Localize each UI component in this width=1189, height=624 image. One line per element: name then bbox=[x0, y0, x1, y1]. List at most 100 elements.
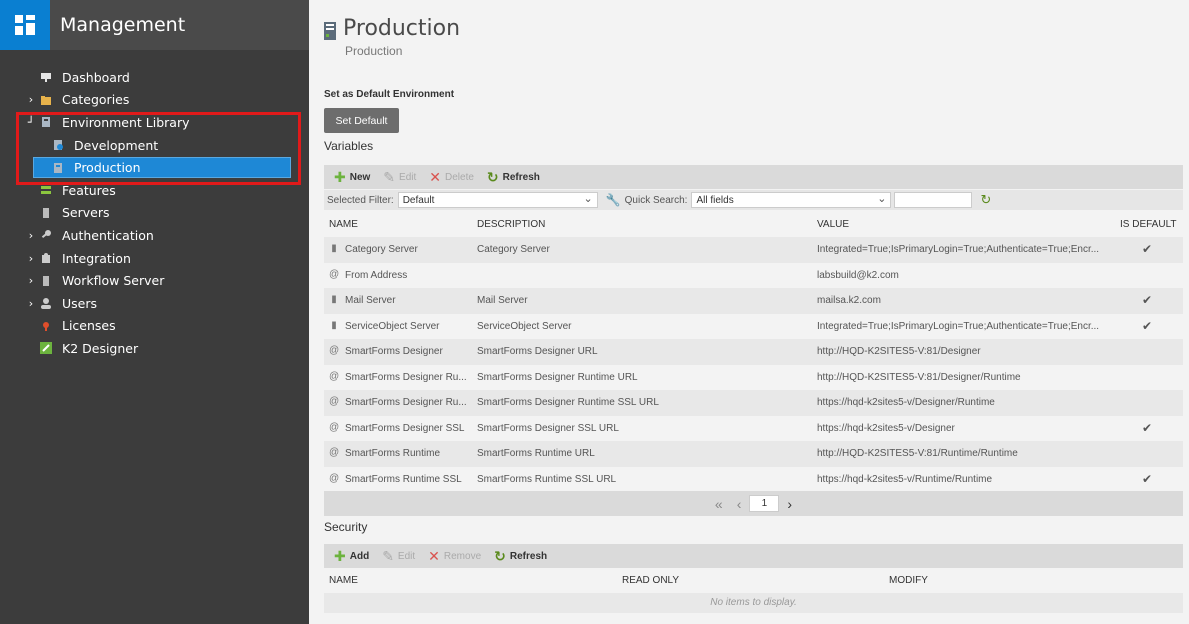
refresh-icon: ↻ bbox=[486, 169, 499, 185]
sidebar-item-servers[interactable]: Servers bbox=[0, 202, 309, 225]
table-row[interactable]: ▮ ServiceObject Server ServiceObject Ser… bbox=[324, 314, 1183, 340]
cell-name: SmartForms Runtime bbox=[345, 448, 441, 459]
selected-filter-value: Default bbox=[402, 194, 435, 206]
pencil-icon: ✎ bbox=[382, 548, 394, 564]
table-row[interactable]: @ SmartForms Designer SSL SmartForms Des… bbox=[324, 416, 1183, 442]
edit-button[interactable]: ✎ Edit bbox=[383, 170, 416, 184]
sidebar-item-licenses[interactable]: Licenses bbox=[0, 315, 309, 338]
cell-description: Category Server bbox=[477, 244, 550, 255]
selected-filter-dropdown[interactable]: Default ⌄ bbox=[397, 192, 598, 208]
empty-message: No items to display. bbox=[324, 593, 1183, 613]
cell-name: From Address bbox=[345, 269, 408, 281]
sidebar-item-users[interactable]: › Users bbox=[0, 292, 309, 315]
security-toolbar: ✚ Add ✎ Edit ✕ Remove ↻ Refresh bbox=[324, 544, 1183, 568]
chevron-right-icon[interactable]: › bbox=[26, 297, 36, 310]
refresh-button[interactable]: ↻ Refresh bbox=[494, 549, 547, 563]
add-label: Add bbox=[349, 550, 370, 562]
chevron-right-icon[interactable]: › bbox=[26, 229, 36, 242]
quick-search-label: Quick Search: bbox=[624, 194, 688, 206]
default-env-label: Set as Default Environment bbox=[324, 89, 455, 100]
edit-label: Edit bbox=[399, 171, 417, 183]
filter-bar: Selected Filter: Default ⌄ 🔧 Quick Search… bbox=[324, 190, 1183, 210]
pager: « ‹ 1 › bbox=[324, 491, 1183, 516]
at-icon: @ bbox=[329, 396, 340, 407]
table-row[interactable]: @ SmartForms Designer Ru... SmartForms D… bbox=[324, 365, 1183, 391]
sidebar-item-k2-designer[interactable]: K2 Designer bbox=[0, 337, 309, 360]
server-icon: ▮ bbox=[331, 319, 337, 331]
first-page-icon[interactable]: « bbox=[715, 496, 723, 512]
cell-description: SmartForms Runtime URL bbox=[477, 448, 595, 459]
app-logo-icon[interactable] bbox=[0, 0, 50, 50]
refresh-icon: ↻ bbox=[494, 548, 506, 564]
sidebar-item-workflow-server[interactable]: › Workflow Server bbox=[0, 269, 309, 292]
column-name[interactable]: NAME bbox=[329, 575, 358, 586]
table-row[interactable]: @ SmartForms Designer Ru... SmartForms D… bbox=[324, 390, 1183, 416]
table-row[interactable]: @ SmartForms Runtime SmartForms Runtime … bbox=[324, 441, 1183, 467]
page-title: Production bbox=[343, 16, 461, 41]
new-button[interactable]: ✚ New bbox=[334, 170, 370, 184]
cell-name: Category Server bbox=[345, 244, 418, 255]
variables-heading: Variables bbox=[324, 139, 374, 153]
column-description[interactable]: DESCRIPTION bbox=[477, 219, 545, 230]
cell-value: https://hqd-k2sites5-v/Designer bbox=[817, 422, 955, 434]
cell-value: mailsa.k2.com bbox=[817, 295, 881, 306]
sidebar-title: Management bbox=[60, 14, 186, 36]
delete-button[interactable]: ✕ Delete bbox=[429, 170, 474, 184]
selected-filter-label: Selected Filter: bbox=[327, 194, 394, 206]
cell-name: SmartForms Designer SSL bbox=[345, 422, 465, 434]
quick-search-dropdown[interactable]: All fields ⌄ bbox=[691, 192, 892, 208]
set-default-button[interactable]: Set Default bbox=[324, 108, 399, 133]
column-value[interactable]: VALUE bbox=[817, 219, 849, 230]
cell-description: SmartForms Runtime SSL URL bbox=[477, 473, 617, 485]
remove-button[interactable]: ✕ Remove bbox=[428, 549, 481, 563]
check-icon: ✔ bbox=[1142, 293, 1153, 307]
cell-value: http://HQD-K2SITES5-V:81/Designer bbox=[817, 346, 981, 357]
sidebar-item-label: Integration bbox=[62, 250, 131, 266]
check-icon: ✔ bbox=[1142, 420, 1153, 435]
sidebar-item-label: Categories bbox=[62, 92, 130, 108]
delete-x-icon: ✕ bbox=[429, 169, 441, 185]
delete-label: Delete bbox=[445, 171, 474, 183]
at-icon: @ bbox=[329, 268, 340, 280]
table-row[interactable]: @ SmartForms Designer SmartForms Designe… bbox=[324, 339, 1183, 365]
cell-name: SmartForms Runtime SSL bbox=[345, 473, 462, 485]
sidebar: Management Dashboard › Categories ┘ Envi… bbox=[0, 0, 309, 624]
chevron-right-icon[interactable]: › bbox=[26, 93, 36, 106]
server-icon bbox=[40, 207, 52, 219]
sidebar-item-dashboard[interactable]: Dashboard bbox=[0, 66, 309, 89]
next-page-icon[interactable]: › bbox=[787, 496, 792, 512]
table-row[interactable]: ▮ Mail Server Mail Server mailsa.k2.com … bbox=[324, 288, 1183, 314]
refresh-button[interactable]: ↻ Refresh bbox=[487, 170, 540, 184]
sidebar-item-label: Servers bbox=[62, 205, 110, 221]
column-modify[interactable]: MODIFY bbox=[889, 575, 928, 586]
table-row[interactable]: ▮ Category Server Category Server Integr… bbox=[324, 237, 1183, 263]
sidebar-item-integration[interactable]: › Integration bbox=[0, 247, 309, 270]
sidebar-item-label: Users bbox=[62, 295, 98, 311]
main-content: Production Production Set as Default Env… bbox=[309, 0, 1189, 624]
at-icon: @ bbox=[329, 345, 340, 356]
new-label: New bbox=[349, 171, 371, 183]
chevron-right-icon[interactable]: › bbox=[26, 252, 36, 265]
prev-page-icon[interactable]: ‹ bbox=[737, 496, 742, 512]
column-read-only[interactable]: READ ONLY bbox=[622, 575, 679, 586]
add-button[interactable]: ✚ Add bbox=[334, 549, 369, 563]
sidebar-item-authentication[interactable]: › Authentication bbox=[0, 224, 309, 247]
refresh-label: Refresh bbox=[509, 550, 548, 562]
nav-tree: Dashboard › Categories ┘ Environment Lib… bbox=[0, 50, 309, 360]
cell-name: SmartForms Designer Ru... bbox=[345, 371, 467, 383]
table-row[interactable]: @ SmartForms Runtime SSL SmartForms Runt… bbox=[324, 467, 1183, 493]
search-refresh-icon[interactable]: ↻ bbox=[980, 192, 991, 208]
sidebar-item-categories[interactable]: › Categories bbox=[0, 89, 309, 112]
key-icon bbox=[40, 229, 52, 241]
table-row[interactable]: @ From Address labsbuild@k2.com bbox=[324, 263, 1183, 289]
chevron-right-icon[interactable]: › bbox=[26, 274, 36, 287]
at-icon: @ bbox=[329, 370, 340, 382]
search-input[interactable] bbox=[894, 192, 973, 208]
edit-button[interactable]: ✎ Edit bbox=[382, 549, 415, 563]
delete-x-icon: ✕ bbox=[428, 548, 440, 564]
user-icon bbox=[40, 297, 52, 310]
column-name[interactable]: NAME bbox=[329, 219, 358, 230]
cell-description: SmartForms Designer URL bbox=[477, 346, 598, 357]
page-number-input[interactable]: 1 bbox=[749, 495, 780, 512]
column-is-default[interactable]: IS DEFAULT bbox=[1120, 219, 1177, 230]
